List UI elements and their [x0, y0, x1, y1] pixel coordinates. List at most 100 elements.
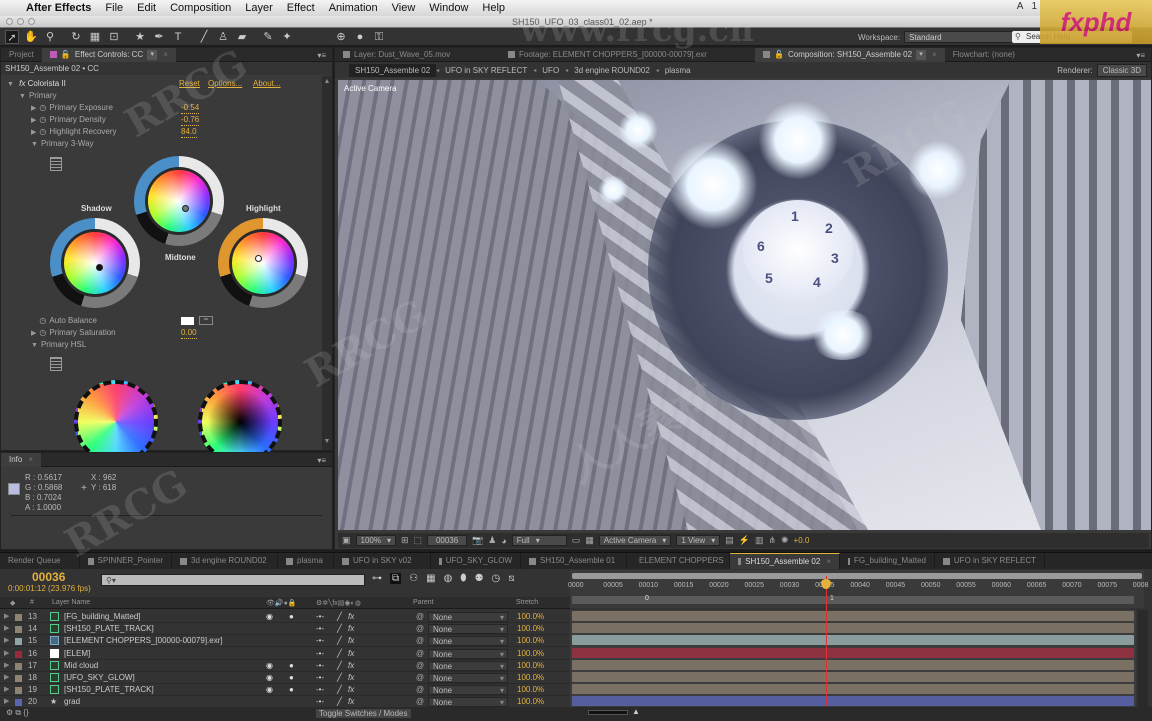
menu-help[interactable]: Help: [482, 2, 505, 14]
layer-duration-bar[interactable]: [572, 659, 1134, 670]
layer-duration-bar[interactable]: [572, 672, 1134, 682]
collapse-switch-icon[interactable]: -•-: [316, 697, 324, 706]
brainstorm-icon[interactable]: ⚉: [475, 573, 484, 584]
app-menu[interactable]: After Effects: [26, 2, 91, 14]
stretch-value[interactable]: 100.0%: [517, 661, 544, 670]
tab-timeline[interactable]: UFO_SKY_GLOW: [431, 553, 521, 569]
axis-mode-icon[interactable]: ⊕: [334, 30, 348, 44]
menu-file[interactable]: File: [105, 2, 123, 14]
resolution-dropdown[interactable]: Full ▾: [511, 535, 567, 546]
layer-duration-bar[interactable]: [572, 647, 1134, 658]
expand-triangle-icon[interactable]: ▶: [31, 330, 36, 337]
chevron-down-icon[interactable]: ▾: [147, 49, 158, 60]
composition-viewport[interactable]: Active Camera 1 2 3 4 5 6: [338, 80, 1151, 530]
column-layer-name[interactable]: Layer Name: [52, 599, 90, 606]
layer-label-color[interactable]: [15, 650, 22, 658]
fx-switch-icon[interactable]: fx: [348, 649, 354, 658]
group-primary-hsl[interactable]: ▼ Primary HSL: [31, 339, 86, 351]
highlight-recovery-value[interactable]: 84.0: [181, 126, 197, 138]
zoom-in-icon[interactable]: ▲: [632, 707, 640, 716]
pan-behind-tool-icon[interactable]: ⊡: [107, 30, 121, 44]
close-icon[interactable]: ×: [826, 554, 831, 570]
world-axis-icon[interactable]: ●: [353, 30, 367, 44]
panel-options-icons[interactable]: ⚙ ⧉ {}: [6, 708, 29, 718]
solo-icon[interactable]: ●: [289, 685, 294, 694]
fx-icon[interactable]: fx: [19, 79, 25, 88]
parent-dropdown[interactable]: None ▾: [428, 697, 508, 708]
group-primary-3way[interactable]: ▼ Primary 3-Way: [31, 138, 94, 150]
stretch-value[interactable]: 100.0%: [517, 685, 544, 694]
layer-label-color[interactable]: [15, 626, 22, 634]
shape-tool-icon[interactable]: ★: [133, 30, 147, 44]
fx-switch-icon[interactable]: fx: [348, 697, 354, 706]
collapse-switch-icon[interactable]: -•-: [316, 673, 324, 682]
show-snapshot-icon[interactable]: ♟: [488, 535, 496, 546]
exposure-value[interactable]: +0.0: [794, 536, 810, 545]
layer-name[interactable]: [FG_building_Matted]: [64, 612, 141, 621]
layer-duration-bar[interactable]: [572, 611, 1134, 621]
layer-row[interactable]: ▶ 14 [SH150_PLATE_TRACK] -•- ╱ fx @ None ▾ 100.0%: [0, 623, 570, 636]
collapse-triangle-icon[interactable]: ▼: [19, 93, 26, 100]
label-column-icon[interactable]: ◆: [10, 599, 15, 607]
marker-0[interactable]: 0: [645, 595, 649, 602]
menu-view[interactable]: View: [392, 2, 416, 14]
layer-name[interactable]: [ELEMENT CHOPPERS_[00000-00079].exr]: [64, 636, 223, 645]
eye-icon[interactable]: ◉: [266, 612, 273, 621]
eyedropper-icon[interactable]: ═: [199, 316, 213, 325]
pick-whip-icon[interactable]: @: [416, 685, 424, 694]
layer-row[interactable]: ▶ 15 [ELEMENT CHOPPERS_[00000-00079].exr] -…: [0, 635, 570, 648]
pen-tool-icon[interactable]: ✒: [152, 30, 166, 44]
shadow-balance-handle[interactable]: [96, 264, 103, 271]
close-icon[interactable]: ×: [28, 453, 33, 467]
tab-composition-viewer[interactable]: 🔓 Composition: SH150_Assemble 02 ▾ ×: [755, 47, 945, 62]
close-icon[interactable]: ×: [163, 48, 168, 62]
collapse-switch-icon[interactable]: -•-: [316, 624, 324, 633]
eye-icon[interactable]: ◉: [266, 673, 273, 682]
layer-duration-bar[interactable]: [572, 635, 1134, 646]
toggle-pixel-aspect-icon[interactable]: ▤: [725, 535, 734, 546]
parent-dropdown[interactable]: None ▾: [428, 612, 508, 622]
pick-whip-icon[interactable]: @: [416, 649, 424, 658]
puppet-pin-tool-icon[interactable]: ✦: [280, 30, 294, 44]
tab-project[interactable]: Project: [1, 48, 42, 62]
parent-dropdown[interactable]: None ▾: [428, 648, 508, 659]
options-link[interactable]: Options...: [208, 79, 242, 88]
layer-duration-bar[interactable]: [572, 696, 1134, 707]
parent-dropdown[interactable]: None ▾: [428, 624, 508, 635]
layer-label-color[interactable]: [15, 638, 22, 646]
zoom-tool-icon[interactable]: ⚲: [43, 30, 57, 44]
selection-tool-icon[interactable]: ➚: [5, 29, 19, 44]
tab-timeline[interactable]: ELEMENT CHOPPERS: [627, 553, 730, 569]
tab-timeline[interactable]: FG_building_Matted: [840, 553, 935, 569]
about-link[interactable]: About...: [253, 79, 281, 88]
layer-label-color[interactable]: [15, 687, 22, 695]
tab-timeline[interactable]: UFO in SKY REFLECT: [935, 553, 1045, 569]
menu-window[interactable]: Window: [429, 2, 468, 14]
tab-flowchart[interactable]: Flowchart: (none): [945, 48, 1023, 62]
expand-triangle-icon[interactable]: ▶: [4, 636, 9, 644]
stopwatch-icon[interactable]: ◷: [39, 115, 46, 124]
quality-switch-icon[interactable]: ╱: [337, 661, 342, 670]
expand-triangle-icon[interactable]: ▶: [4, 673, 9, 681]
fit-icon[interactable]: ⊞: [401, 535, 409, 546]
renderer-button[interactable]: Classic 3D: [1096, 64, 1147, 77]
tab-timeline[interactable]: SH150_Assemble 01: [521, 553, 627, 569]
quality-switch-icon[interactable]: ╱: [337, 685, 342, 694]
midtone-balance-handle[interactable]: [182, 205, 189, 212]
breadcrumb-item[interactable]: plasma: [659, 66, 697, 75]
adobe-icon[interactable]: A: [1017, 1, 1024, 12]
primary-density-value[interactable]: -0.76: [181, 114, 200, 126]
timeline-icon[interactable]: ▥: [755, 535, 764, 546]
pick-whip-icon[interactable]: @: [416, 624, 424, 633]
quality-switch-icon[interactable]: ╱: [337, 612, 342, 621]
collapse-switch-icon[interactable]: -•-: [316, 649, 324, 658]
panel-menu-icon[interactable]: ▾≡: [317, 456, 326, 465]
expand-triangle-icon[interactable]: ▶: [4, 697, 9, 705]
hand-tool-icon[interactable]: ✋: [24, 30, 38, 44]
auto-keyframe-icon[interactable]: ◷: [492, 573, 501, 584]
parent-dropdown[interactable]: None ▾: [428, 660, 508, 671]
stretch-value[interactable]: 100.0%: [517, 636, 544, 645]
fx-switch-icon[interactable]: fx: [348, 612, 354, 621]
tab-timeline[interactable]: SPINNER_Pointer: [80, 553, 172, 569]
motion-blur-icon[interactable]: ◍: [444, 573, 453, 584]
